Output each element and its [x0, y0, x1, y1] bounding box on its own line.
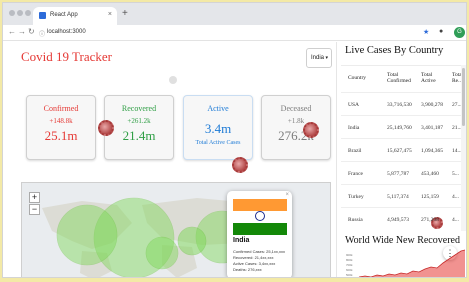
world-wide-recovered-chart [358, 249, 465, 277]
live-cases-title: Live Cases By Country [345, 45, 444, 56]
country-popup: × India Confirmed Cases: 25,1xx,xxx Reco… [227, 191, 292, 277]
row-confirmed: 15,627,475 [387, 148, 412, 154]
confirmed-card[interactable]: Confirmed +148.8k 25.1m [26, 95, 96, 160]
column-header-country: Country [348, 75, 367, 81]
recovered-label: Recovered [121, 104, 157, 113]
virus-icon [232, 157, 248, 173]
row-recovered: 5... [452, 171, 459, 177]
table-scrollbar-thumb[interactable] [462, 68, 465, 126]
map-case-circle[interactable] [145, 236, 179, 270]
row-active: 3,900,278 [421, 102, 443, 108]
table-row[interactable]: France 5,877,787 453,460 5... [341, 161, 466, 184]
column-header-active: Total Active [421, 72, 436, 84]
confirmed-increase: +148.8k [49, 117, 73, 125]
map-case-circle[interactable] [177, 226, 207, 256]
tab-title: React App [50, 12, 78, 18]
deceased-card[interactable]: Deceased +1.8k 276.2k [261, 95, 331, 160]
row-country: India [348, 125, 360, 131]
row-active: 271,208 [421, 217, 439, 223]
confirmed-label: Confirmed [43, 104, 79, 113]
table-row[interactable]: Brazil 15,627,475 1,094,365 14... [341, 138, 466, 161]
profile-avatar[interactable]: G [454, 27, 465, 38]
zoom-in-button[interactable]: + [29, 192, 40, 203]
tab-close-icon[interactable]: × [108, 11, 112, 18]
recovered-total: 21.4m [122, 128, 156, 143]
india-flag-icon [233, 199, 287, 235]
info-icon: ⓘ [39, 32, 46, 38]
table-row[interactable]: Turkey 5,117,374 125,159 4... [341, 184, 466, 207]
browser-tab-bar: React App × + [3, 3, 466, 25]
zoom-out-button[interactable]: − [29, 204, 40, 215]
extension-icon[interactable]: ● [439, 28, 443, 35]
country-dropdown[interactable]: India ▾ [306, 48, 332, 68]
row-confirmed: 4,949,573 [387, 217, 409, 223]
row-confirmed: 5,877,787 [387, 171, 409, 177]
back-icon[interactable]: ← [8, 27, 16, 36]
row-active: 1,094,365 [421, 148, 443, 154]
map-case-circle[interactable] [56, 204, 118, 266]
confirmed-total: 25.1m [44, 128, 78, 143]
popup-country-name: India [233, 237, 250, 244]
new-tab-button[interactable]: + [122, 8, 128, 19]
row-country: USA [348, 102, 360, 108]
row-country: Brazil [348, 148, 362, 154]
window-control-dot[interactable] [25, 10, 31, 16]
panel-divider [336, 42, 337, 277]
row-confirmed: 25,149,760 [387, 125, 412, 131]
row-confirmed: 5,117,374 [387, 194, 409, 200]
deceased-increase: +1.8k [287, 117, 305, 125]
row-recovered: 4... [452, 217, 459, 223]
virus-icon [98, 120, 114, 136]
virus-icon [303, 122, 319, 138]
window-control-dot[interactable] [17, 10, 23, 16]
bookmark-star-icon[interactable]: ★ [423, 28, 429, 36]
active-subtitle: Total Active Cases [195, 140, 241, 146]
area-series [359, 250, 465, 277]
table-row[interactable]: USA 33,716,530 3,900,278 27... [341, 92, 466, 115]
popup-active: Active Cases: 3,4xx,xxx [233, 261, 276, 266]
popup-recovered: Recovered: 21,4xx,xxx [233, 255, 274, 260]
recovered-card[interactable]: Recovered +261.2k 21.4m [104, 95, 174, 160]
row-country: Russia [348, 217, 363, 223]
page-content: Covid 19 Tracker India ▾ Confirmed +148.… [3, 42, 466, 277]
country-dropdown-value: India [311, 55, 325, 61]
recovered-increase: +261.2k [127, 117, 151, 125]
row-recovered: 4... [452, 194, 459, 200]
row-active: 453,460 [421, 171, 439, 177]
address-bar: ← → ↻ ⓘ localhost:3000 ★ ● G [3, 25, 466, 41]
window-control-dot[interactable] [9, 10, 15, 16]
browser-tab[interactable]: React App × [33, 7, 117, 25]
table-row[interactable]: India 25,149,760 3,401,187 21... [341, 115, 466, 138]
column-header-confirmed: Total Confirmed [387, 72, 411, 84]
popup-confirmed: Confirmed Cases: 25,1xx,xxx [233, 249, 286, 254]
row-active: 3,401,187 [421, 125, 443, 131]
background-bubble [169, 76, 177, 84]
active-label: Active [207, 104, 229, 113]
chevron-down-icon: ▾ [325, 55, 328, 61]
forward-icon[interactable]: → [18, 27, 26, 36]
deceased-total: 276.2k [278, 128, 314, 143]
world-wide-chart-title: World Wide New Recovered [345, 235, 460, 246]
app-title: Covid 19 Tracker [21, 49, 112, 64]
active-total: 3.4m [204, 121, 232, 136]
popup-deaths: Deaths: 276,xxx [233, 267, 262, 272]
row-active: 125,159 [421, 194, 439, 200]
row-confirmed: 33,716,530 [387, 102, 412, 108]
live-cases-table[interactable]: Country Total Confirmed Total Active Tot… [341, 65, 466, 231]
reload-icon[interactable]: ↻ [28, 27, 35, 36]
popup-close-icon[interactable]: × [285, 192, 289, 198]
url-field[interactable]: localhost:3000 [47, 29, 86, 35]
table-row[interactable]: Russia 4,949,573 271,208 4... [341, 207, 466, 230]
browser-window: React App × + ← → ↻ ⓘ localhost:3000 ★ ●… [2, 2, 467, 278]
row-country: France [348, 171, 363, 177]
active-card[interactable]: Active 3.4m Total Active Cases [183, 95, 253, 160]
react-favicon-icon [39, 12, 46, 19]
deceased-label: Deceased [280, 104, 312, 113]
row-country: Turkey [348, 194, 364, 200]
